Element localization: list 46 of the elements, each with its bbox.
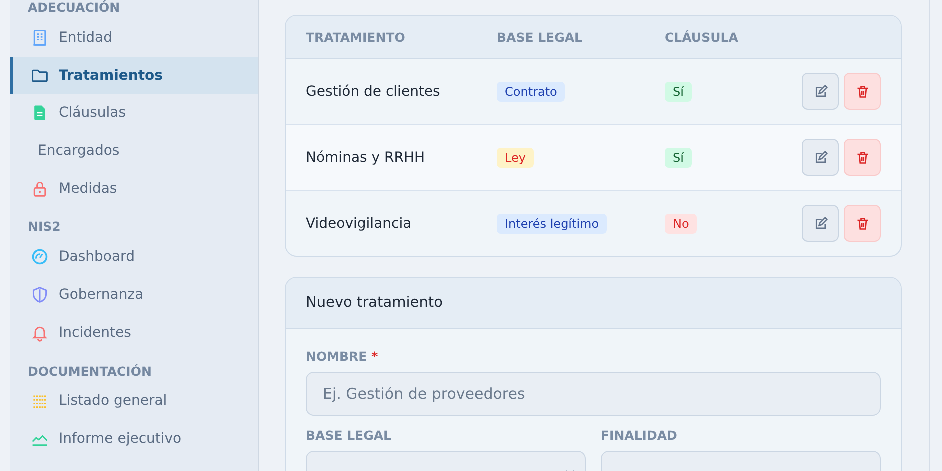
legal-basis-tag: Interés legítimo (497, 214, 608, 234)
delete-button[interactable] (844, 205, 881, 242)
field-label: NOMBRE * (306, 349, 380, 364)
trash-icon (856, 84, 870, 98)
table-cell-text: Nóminas y RRHH (305, 150, 426, 166)
legal-basis-tag: Contrato (497, 82, 566, 102)
sidebar-item[interactable]: Incidentes (10, 314, 258, 352)
pencil-icon (814, 84, 828, 98)
field-label: BASE LEGAL (306, 428, 392, 443)
column-header: CLÁUSULA (664, 30, 740, 44)
sidebar-item[interactable]: Encargados (10, 132, 258, 170)
edit-button[interactable] (802, 73, 839, 110)
shield-icon (31, 286, 49, 304)
column-header: BASE LEGAL (496, 30, 584, 44)
legal-basis-tag: Ley (497, 148, 534, 168)
edit-button[interactable] (802, 205, 839, 242)
pencil-icon (814, 150, 828, 164)
input-field[interactable]: Ej. Gestión de proveedores (306, 372, 881, 416)
delete-button[interactable] (844, 73, 881, 110)
clause-status-tag: No (665, 214, 698, 234)
sidebar-item[interactable]: Listado general (10, 382, 258, 420)
edit-button[interactable] (802, 139, 839, 176)
trash-icon (856, 150, 870, 164)
sidebar-section-title: DOCUMENTACIÓN (27, 362, 153, 380)
sidebar-item[interactable]: Dashboard (10, 238, 258, 276)
trash-icon (856, 216, 870, 230)
lock-icon (31, 180, 49, 198)
sidebar-item[interactable]: Gobernanza (10, 276, 258, 314)
sidebar-item[interactable]: Informe ejecutivo (10, 420, 258, 458)
sidebar-item[interactable]: Entidad (10, 19, 258, 57)
sidebar-item[interactable]: Tratamientos (10, 56, 258, 94)
table-cell-text: Videovigilancia (305, 216, 413, 232)
column-header: TRATAMIENTO (305, 30, 406, 44)
sidebar-item[interactable]: Cláusulas (10, 94, 258, 132)
sidebar-section-title: NIS2 (27, 218, 62, 236)
table-cell-text: Gestión de clientes (305, 84, 442, 100)
gauge-icon (31, 248, 49, 266)
building-icon (31, 28, 49, 47)
pencil-icon (814, 216, 828, 230)
sidebar-section-title: ADECUACIÓN (27, 0, 122, 17)
sidebar-item[interactable]: Medidas (10, 170, 258, 208)
clause-status-tag: Sí (665, 82, 692, 102)
form-title: Nuevo tratamiento (286, 278, 901, 329)
field-label: FINALIDAD (601, 428, 678, 443)
delete-button[interactable] (844, 139, 881, 176)
clause-status-tag: Sí (665, 148, 692, 168)
